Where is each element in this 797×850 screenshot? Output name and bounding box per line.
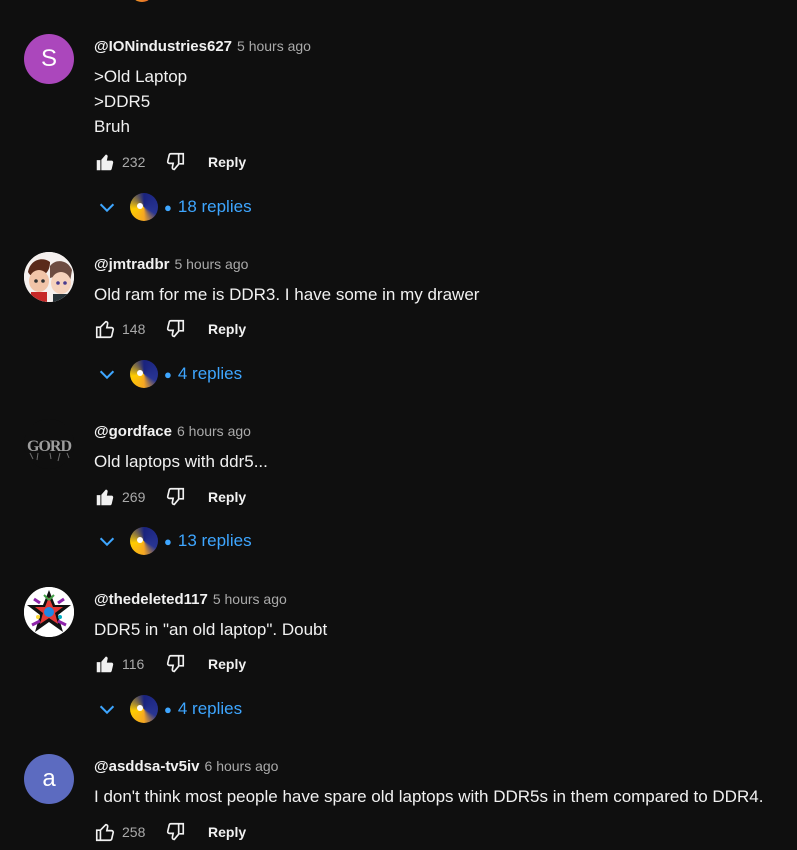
comment-time[interactable]: 5 hours ago — [174, 256, 248, 272]
reply-button[interactable]: Reply — [208, 656, 246, 672]
avatar-letter: S — [40, 45, 57, 72]
thumbs-up-icon[interactable] — [94, 653, 116, 675]
comment-line: Old ram for me is DDR3. I have some in m… — [94, 285, 480, 304]
avatar[interactable] — [24, 587, 74, 637]
author-name[interactable]: @jmtradbr — [94, 256, 169, 273]
comment-actions: 116 Reply — [94, 652, 246, 676]
comment-header: @asddsa-tv5iv 6 hours ago — [94, 756, 278, 776]
like-count: 116 — [122, 656, 145, 672]
thumbs-down-icon[interactable] — [164, 821, 186, 843]
creator-avatar — [130, 527, 158, 555]
comment-text: >Old Laptop >DDR5 Bruh — [94, 64, 187, 139]
chevron-down-icon — [99, 537, 115, 547]
thumbs-down-icon[interactable] — [164, 653, 186, 675]
thumbs-down-icon[interactable] — [164, 318, 186, 340]
comment-text: Old ram for me is DDR3. I have some in m… — [94, 282, 479, 307]
avatar-letter: a — [42, 765, 56, 792]
chevron-down-icon — [99, 705, 115, 715]
avatar[interactable]: a — [24, 754, 74, 804]
comment-header: @thedeleted117 5 hours ago — [94, 589, 287, 609]
thumbs-up-icon[interactable] — [94, 486, 116, 508]
comment-header: @jmtradbr 5 hours ago — [94, 254, 248, 274]
gord-logo: GORD — [27, 438, 72, 462]
comment-time[interactable]: 6 hours ago — [177, 423, 251, 439]
creator-avatar — [130, 193, 158, 221]
thumbs-up-icon[interactable] — [94, 151, 116, 173]
avatar-image — [24, 252, 74, 302]
author-name[interactable]: @asddsa-tv5iv — [94, 758, 200, 775]
comment-header: @IONindustries627 5 hours ago — [94, 36, 311, 56]
author-name[interactable]: @gordface — [94, 423, 172, 440]
view-replies-button[interactable]: ● 4 replies — [96, 694, 242, 724]
svg-text:GORD: GORD — [27, 438, 71, 455]
author-name[interactable]: @thedeleted117 — [94, 591, 208, 608]
view-replies-button[interactable]: ● 18 replies — [96, 192, 252, 222]
thumbs-up-icon[interactable] — [94, 821, 116, 843]
like-count: 258 — [122, 824, 146, 840]
comment-actions: 269 Reply — [94, 485, 246, 509]
comment-text: DDR5 in "an old laptop". Doubt — [94, 617, 327, 642]
separator-dot: ● — [164, 701, 172, 717]
replies-count: 4 replies — [177, 364, 243, 383]
comment-actions: 232 Reply — [94, 150, 246, 174]
comment-time[interactable]: 6 hours ago — [205, 758, 279, 774]
view-replies-button[interactable]: ● 4 replies — [96, 359, 242, 389]
comment-header: @gordface 6 hours ago — [94, 421, 251, 441]
comment-actions: 258 Reply — [94, 820, 246, 844]
reply-button[interactable]: Reply — [208, 321, 246, 337]
separator-dot: ● — [164, 533, 172, 549]
avatar[interactable]: S — [24, 34, 74, 84]
avatar[interactable] — [24, 252, 74, 302]
chevron-down-icon — [99, 203, 115, 213]
comment-time[interactable]: 5 hours ago — [213, 591, 287, 607]
comment-line: Bruh — [94, 117, 130, 136]
reply-button[interactable]: Reply — [208, 824, 246, 840]
separator-dot: ● — [164, 366, 172, 382]
replies-count: 13 replies — [177, 531, 252, 550]
comment-line: DDR5 in "an old laptop". Doubt — [94, 620, 328, 639]
comment-line: Old laptops with ddr5... — [94, 452, 268, 471]
thumbs-down-icon[interactable] — [164, 151, 186, 173]
author-name[interactable]: @IONindustries627 — [94, 38, 232, 55]
avatar-image — [24, 587, 74, 637]
like-count: 232 — [122, 154, 146, 170]
reply-button[interactable]: Reply — [208, 154, 246, 170]
reply-button[interactable]: Reply — [208, 489, 246, 505]
thumbs-up-icon[interactable] — [94, 318, 116, 340]
comment-line: >DDR5 — [94, 92, 151, 111]
comment-text: Old laptops with ddr5... — [94, 449, 268, 474]
replies-count: 18 replies — [177, 197, 252, 216]
comment-actions: 148 Reply — [94, 317, 246, 341]
like-count: 269 — [122, 489, 146, 505]
comment-time[interactable]: 5 hours ago — [237, 38, 311, 54]
comment-line: I don't think most people have spare old… — [94, 787, 764, 806]
previous-reply-avatar — [130, 0, 154, 2]
creator-avatar — [130, 360, 158, 388]
comment-line: >Old Laptop — [94, 67, 188, 86]
comment-text: I don't think most people have spare old… — [94, 784, 763, 809]
view-replies-button[interactable]: ● 13 replies — [96, 526, 252, 556]
chevron-down-icon — [99, 370, 115, 380]
avatar[interactable]: GORD — [24, 419, 74, 469]
thumbs-down-icon[interactable] — [164, 486, 186, 508]
replies-count: 4 replies — [177, 699, 243, 718]
creator-avatar — [130, 695, 158, 723]
separator-dot: ● — [164, 199, 172, 215]
like-count: 148 — [122, 321, 146, 337]
